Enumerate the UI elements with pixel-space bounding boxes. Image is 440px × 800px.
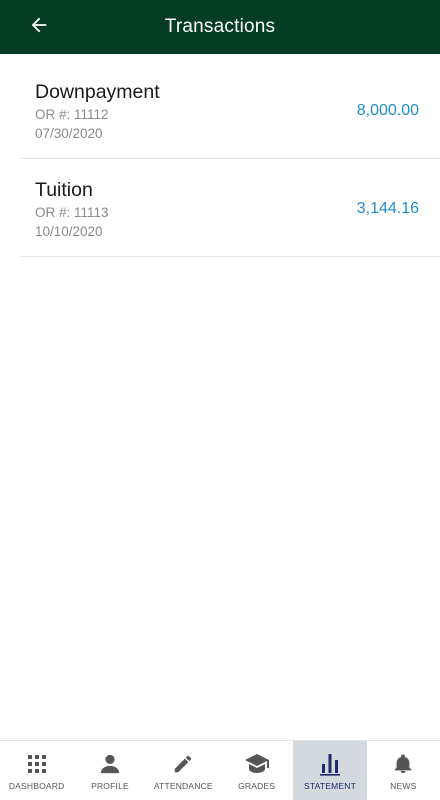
nav-label: ATTENDANCE	[153, 781, 213, 791]
nav-label: PROFILE	[91, 781, 129, 791]
graduation-cap-icon	[244, 751, 270, 777]
transaction-row[interactable]: Tuition OR #: 11113 10/10/2020 3,144.16	[21, 159, 440, 257]
person-icon	[97, 751, 123, 777]
grid-icon	[24, 751, 50, 777]
nav-item-dashboard[interactable]: DASHBOARD	[0, 741, 73, 800]
nav-item-statement[interactable]: STATEMENT	[293, 741, 367, 800]
nav-label: GRADES	[238, 781, 276, 791]
transaction-row[interactable]: Downpayment OR #: 11112 07/30/2020 8,000…	[21, 61, 440, 159]
arrow-left-icon	[28, 14, 50, 41]
transaction-name: Tuition	[35, 179, 93, 201]
app-screen: Transactions Downpayment OR #: 11112 07/…	[0, 0, 440, 800]
transactions-list: Downpayment OR #: 11112 07/30/2020 8,000…	[0, 61, 440, 257]
transaction-or-number: OR #: 11112	[35, 107, 109, 122]
back-button[interactable]	[22, 10, 56, 44]
page-title: Transactions	[164, 16, 276, 37]
nav-label: NEWS	[390, 781, 417, 791]
nav-label: DASHBOARD	[8, 781, 65, 791]
pencil-icon	[170, 751, 196, 777]
nav-item-news[interactable]: NEWS	[367, 741, 440, 800]
transaction-amount: 3,144.16	[356, 200, 419, 217]
transaction-amount: 8,000.00	[356, 102, 419, 119]
bell-icon	[390, 751, 416, 777]
transaction-date: 07/30/2020	[35, 126, 103, 141]
transaction-name: Downpayment	[35, 81, 160, 103]
nav-item-profile[interactable]: PROFILE	[73, 741, 146, 800]
transaction-or-number: OR #: 11113	[35, 205, 109, 220]
transaction-date: 10/10/2020	[35, 224, 103, 239]
nav-item-grades[interactable]: GRADES	[220, 741, 293, 800]
bar-chart-icon	[317, 751, 343, 777]
nav-label: STATEMENT	[303, 781, 356, 791]
top-app-bar: Transactions	[0, 0, 440, 54]
bottom-navigation: DASHBOARD PROFILE ATTENDANCE GRADES STAT…	[0, 740, 440, 800]
nav-item-attendance[interactable]: ATTENDANCE	[147, 741, 220, 800]
